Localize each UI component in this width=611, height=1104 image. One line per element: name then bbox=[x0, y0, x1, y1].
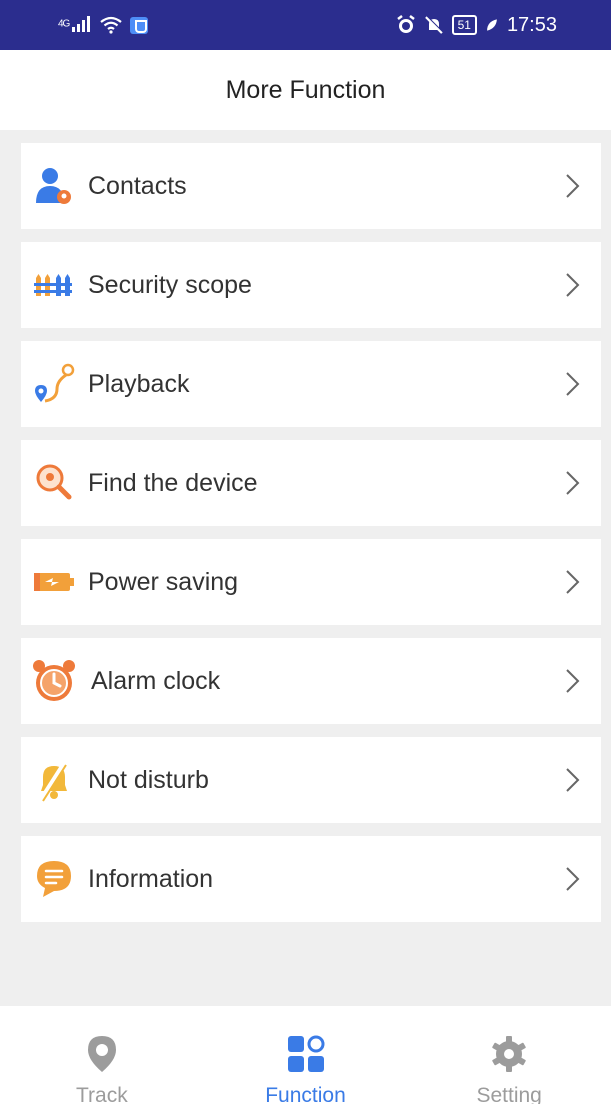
menu-item-playback[interactable]: Playback bbox=[21, 341, 601, 427]
status-right: 51 17:53 bbox=[396, 14, 557, 37]
chevron-right-icon bbox=[566, 174, 580, 198]
search-icon bbox=[31, 460, 77, 506]
menu-label: Find the device bbox=[88, 468, 258, 497]
nav-tab-track[interactable]: Track bbox=[0, 1006, 204, 1104]
menu-item-alarm-clock[interactable]: Alarm clock bbox=[21, 638, 601, 724]
menu-label: Playback bbox=[88, 369, 190, 398]
bell-off-icon bbox=[31, 757, 77, 803]
alarm-clock-icon bbox=[31, 658, 77, 704]
nav-label: Track bbox=[75, 1084, 128, 1104]
menu-item-power-saving[interactable]: Power saving bbox=[21, 539, 601, 625]
mute-status-icon bbox=[424, 15, 443, 34]
menu-label: Alarm clock bbox=[91, 666, 221, 695]
location-pin-icon bbox=[82, 1034, 122, 1074]
signal-icon: 4G bbox=[58, 15, 92, 35]
menu-item-information[interactable]: Information bbox=[21, 836, 601, 922]
menu-label: Power saving bbox=[88, 567, 239, 596]
menu-item-find-device[interactable]: Find the device bbox=[21, 440, 601, 526]
menu-item-not-disturb[interactable]: Not disturb bbox=[21, 737, 601, 823]
menu-label: Information bbox=[88, 864, 214, 893]
nav-tab-function[interactable]: Function bbox=[204, 1006, 408, 1104]
menu-label: Not disturb bbox=[88, 765, 209, 794]
gear-icon bbox=[489, 1034, 529, 1074]
grid-icon bbox=[286, 1034, 326, 1074]
chevron-right-icon bbox=[566, 471, 580, 495]
network-type: 4G bbox=[58, 17, 70, 29]
nav-tab-setting[interactable]: Setting bbox=[407, 1006, 611, 1104]
battery-icon bbox=[31, 559, 77, 605]
chevron-right-icon bbox=[566, 273, 580, 297]
page-header: More Function bbox=[0, 50, 611, 130]
function-list: Contacts Security scope Playback Find th… bbox=[0, 130, 611, 1006]
chevron-right-icon bbox=[566, 372, 580, 396]
message-icon bbox=[31, 856, 77, 902]
alarm-status-icon bbox=[396, 15, 415, 33]
menu-label: Contacts bbox=[88, 171, 187, 200]
chevron-right-icon bbox=[566, 669, 580, 693]
status-bar: 4G 51 17:53 bbox=[0, 0, 611, 50]
nav-label: Function bbox=[265, 1084, 346, 1104]
chevron-right-icon bbox=[566, 768, 580, 792]
chevron-right-icon bbox=[566, 570, 580, 594]
security-app-icon bbox=[130, 16, 149, 34]
status-left: 4G bbox=[58, 15, 149, 35]
contacts-icon bbox=[31, 163, 77, 209]
leaf-icon bbox=[487, 19, 497, 31]
route-icon bbox=[31, 361, 77, 407]
clock: 17:53 bbox=[506, 13, 557, 36]
menu-label: Security scope bbox=[88, 270, 252, 299]
menu-item-security-scope[interactable]: Security scope bbox=[21, 242, 601, 328]
chevron-right-icon bbox=[566, 867, 580, 891]
wifi-icon bbox=[100, 16, 122, 34]
fence-icon bbox=[31, 262, 77, 308]
page-title: More Function bbox=[225, 75, 386, 104]
battery-indicator: 51 bbox=[451, 15, 477, 35]
bottom-nav: Track Function Setting bbox=[0, 1006, 611, 1104]
menu-item-contacts[interactable]: Contacts bbox=[21, 143, 601, 229]
nav-label: Setting bbox=[476, 1084, 542, 1104]
